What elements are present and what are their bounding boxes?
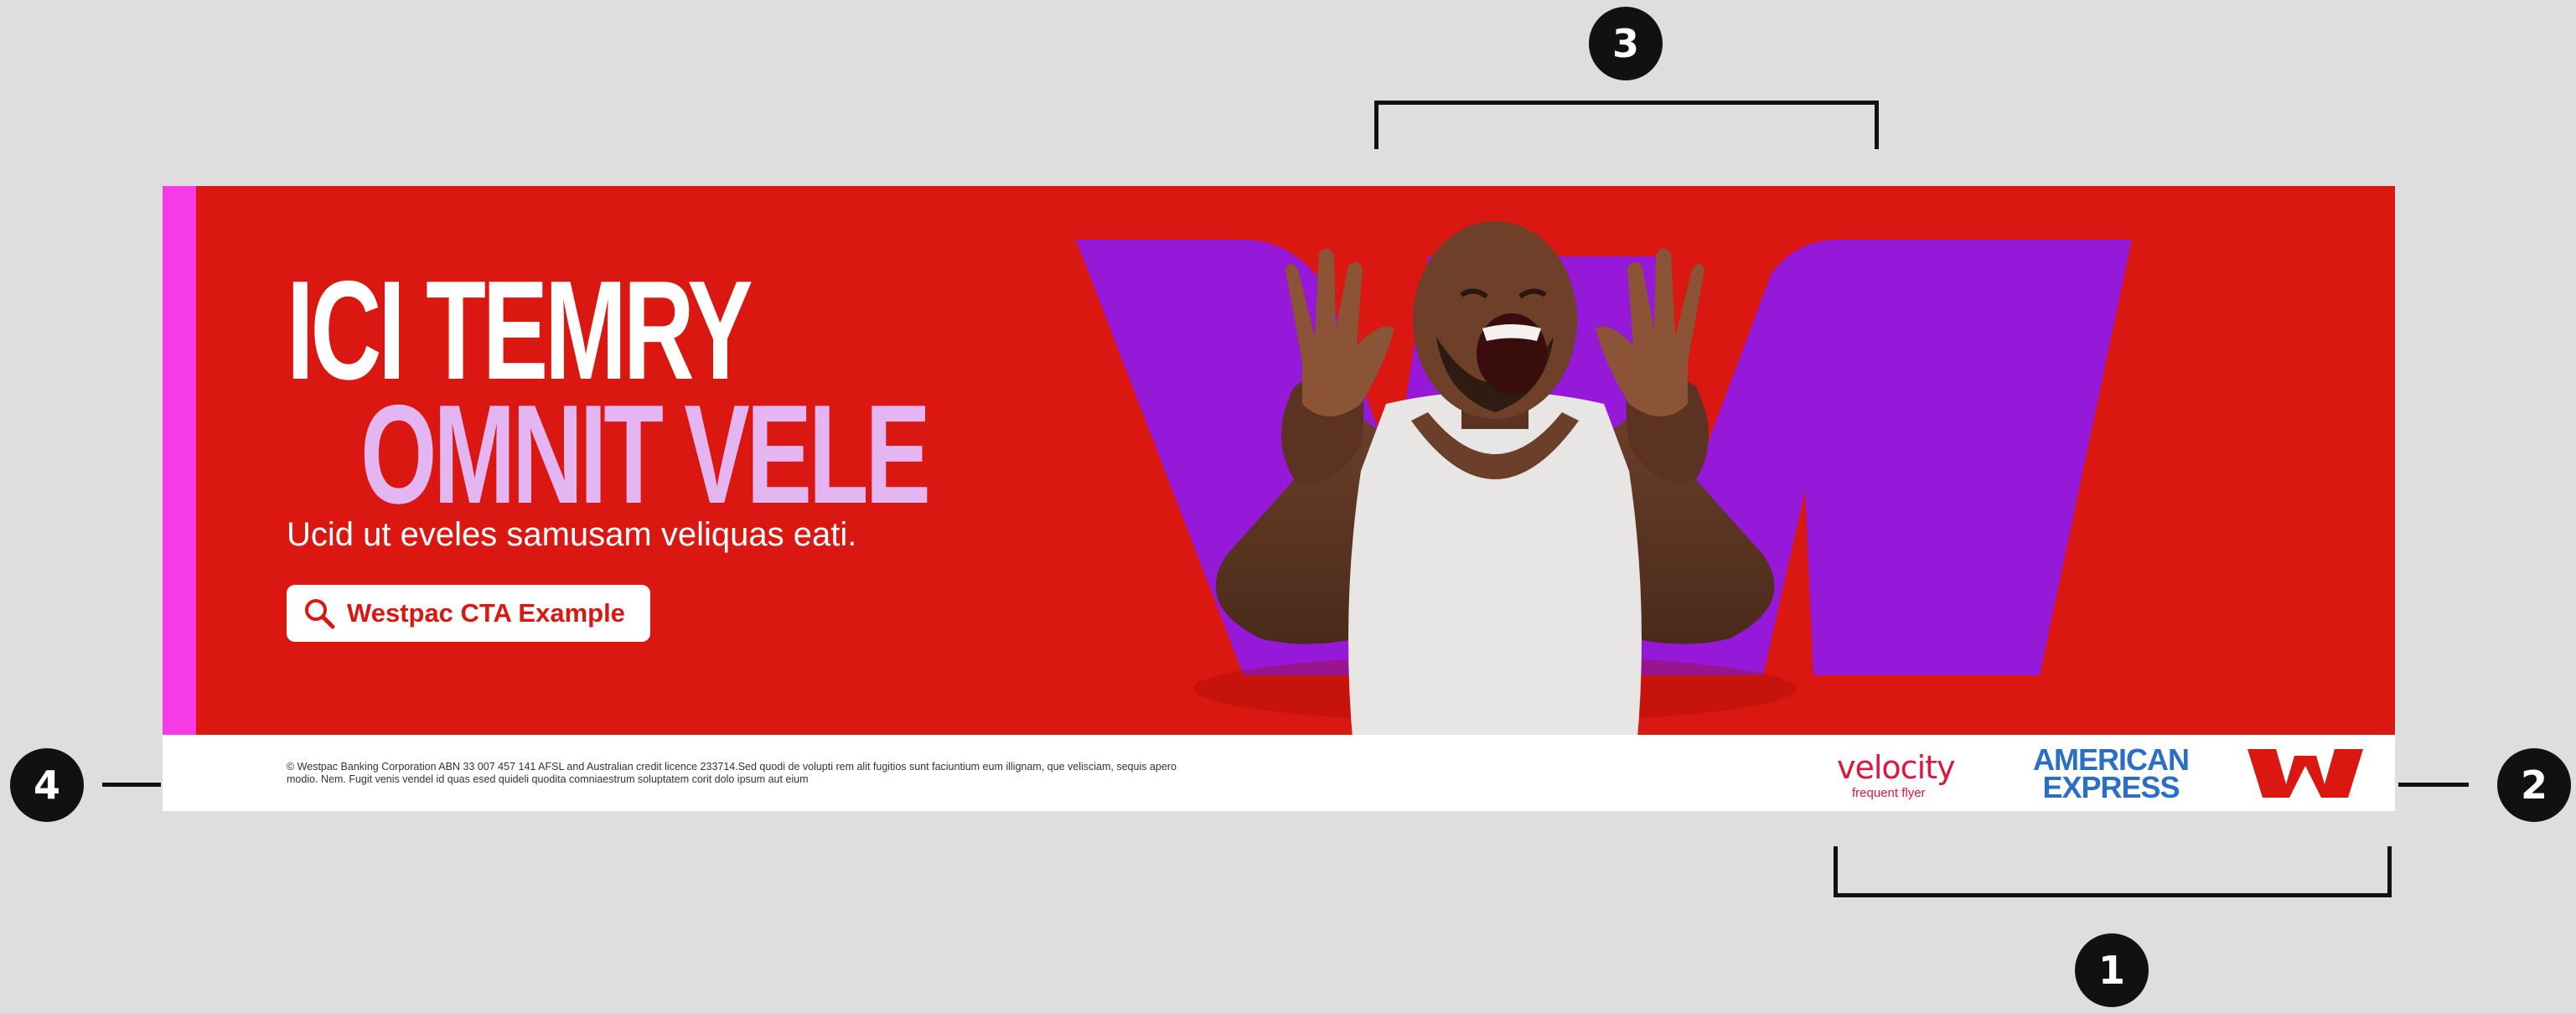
bracket-3-right (1875, 101, 1879, 149)
callout-line-4 (102, 783, 161, 787)
callout-marker-3: 3 (1589, 7, 1663, 80)
bracket-1-bottom (1834, 893, 2392, 897)
cta-button[interactable]: Westpac CTA Example (287, 585, 650, 642)
headline-line-2: OMNIT VELE (360, 375, 931, 533)
velocity-wordmark: velocity (1837, 749, 1956, 786)
bracket-3-left (1374, 101, 1379, 149)
bracket-1-left (1834, 846, 1838, 897)
callout-marker-2: 2 (2497, 748, 2571, 822)
callout-line-2 (2398, 783, 2469, 787)
pink-accent-stripe (163, 186, 196, 735)
search-icon (305, 599, 335, 629)
laughing-man-photo (1193, 221, 1797, 811)
amex-logo: AMERICAN EXPRESS (2019, 745, 2203, 804)
legal-disclaimer: © Westpac Banking Corporation ABN 33 007… (287, 761, 1177, 785)
velocity-logo: velocity frequent flyer (1834, 744, 1959, 804)
cta-label: Westpac CTA Example (347, 598, 625, 628)
westpac-logo (2248, 749, 2363, 798)
subheadline: Ucid ut eveles samusam veliquas eati. (287, 516, 857, 553)
bracket-3-top (1374, 101, 1879, 105)
amex-line-2: EXPRESS (2042, 770, 2180, 804)
callout-marker-4: 4 (10, 748, 84, 822)
velocity-tagline: frequent flyer (1852, 786, 1926, 800)
callout-marker-1: 1 (2075, 933, 2149, 1007)
ad-banner[interactable]: ICI TEMRY OMNIT VELE Ucid ut eveles samu… (163, 186, 2395, 811)
bracket-1-right (2387, 846, 2392, 897)
